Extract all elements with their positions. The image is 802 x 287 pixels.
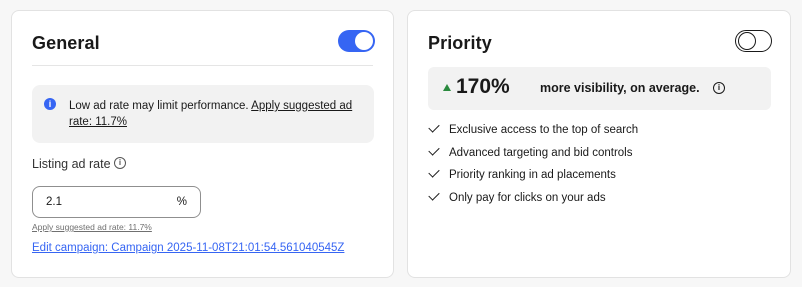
benefits-list: Exclusive access to the top of search Ad… [428, 121, 639, 214]
notice-text: Low ad rate may limit performance. Apply… [69, 98, 359, 130]
general-title: General [32, 33, 100, 53]
priority-title: Priority [428, 33, 492, 53]
toggle-knob [355, 32, 373, 50]
info-icon[interactable]: i [114, 157, 126, 169]
check-icon [428, 143, 440, 156]
visibility-highlight: 170% more visibility, on average. i [428, 67, 771, 110]
list-item: Only pay for clicks on your ads [428, 188, 638, 214]
low-rate-notice: i Low ad rate may limit performance. App… [32, 85, 374, 143]
listing-ad-rate-label: Listing ad rate [32, 157, 111, 171]
info-icon: i [44, 98, 56, 110]
priority-toggle[interactable] [735, 30, 772, 52]
benefit-text: Priority ranking in ad placements [449, 169, 616, 181]
visibility-percent: 170% [456, 75, 510, 98]
apply-suggested-rate-small-link[interactable]: Apply suggested ad rate: 11.7% [32, 222, 152, 232]
benefit-text: Advanced targeting and bid controls [449, 146, 633, 159]
info-icon[interactable]: i [713, 82, 725, 94]
notice-message: Low ad rate may limit performance. [69, 100, 252, 112]
check-icon [428, 121, 440, 133]
visibility-text: more visibility, on average. [540, 81, 700, 95]
list-item: Advanced targeting and bid controls [428, 143, 638, 169]
toggle-knob [737, 31, 756, 50]
benefit-text: Only pay for clicks on your ads [449, 191, 606, 204]
benefit-text: Exclusive access to the top of search [449, 124, 639, 136]
percent-unit: % [176, 196, 187, 208]
general-toggle[interactable] [338, 30, 375, 52]
check-icon [428, 188, 440, 201]
edit-campaign-link[interactable]: Edit campaign: Campaign 2025-11-08T21:01… [32, 242, 344, 254]
priority-card: Priority 170% more visibility, on averag… [407, 10, 791, 278]
ad-rate-value: 2.1 [46, 196, 62, 208]
divider [32, 65, 373, 66]
check-icon [428, 166, 440, 178]
list-item: Priority ranking in ad placements [428, 166, 638, 191]
list-item: Exclusive access to the top of search [428, 121, 639, 146]
listing-ad-rate-input[interactable]: 2.1 % [32, 186, 201, 218]
general-card: General i Low ad rate may limit performa… [11, 10, 394, 278]
up-arrow-icon [443, 84, 451, 91]
